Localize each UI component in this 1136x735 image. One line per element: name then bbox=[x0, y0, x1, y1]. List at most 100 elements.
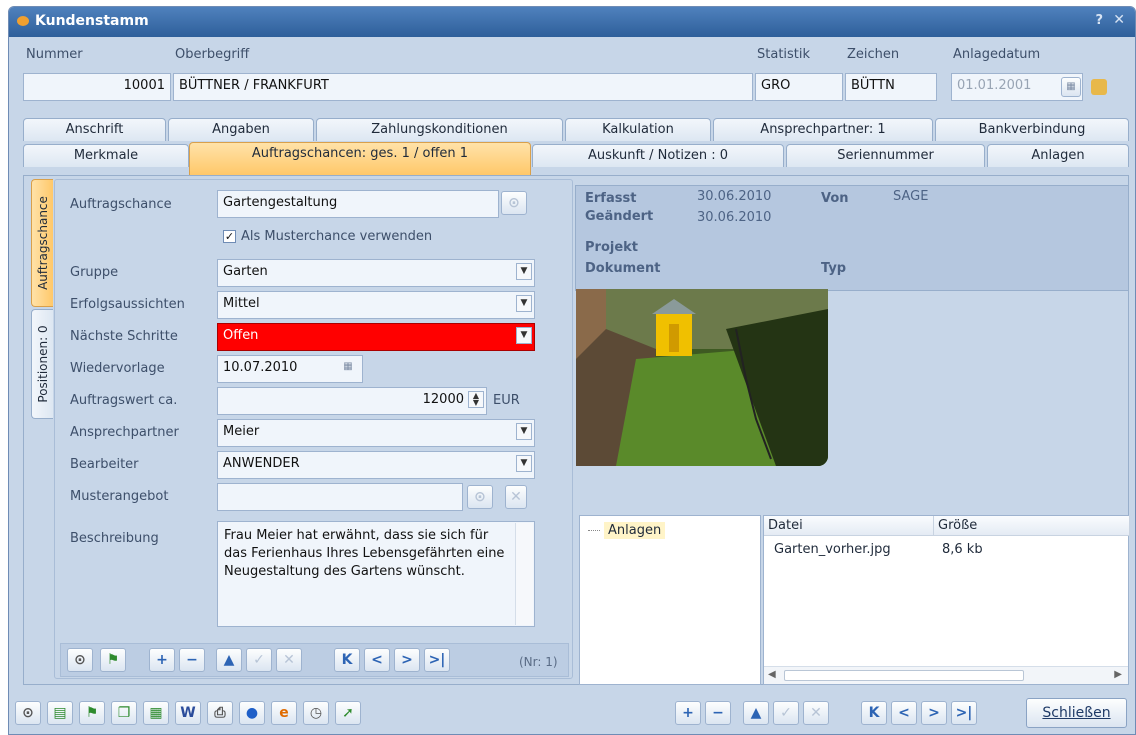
last-record-icon[interactable]: >| bbox=[951, 701, 977, 725]
clock-icon[interactable]: ◷ bbox=[303, 701, 329, 725]
check-icon[interactable]: ✓ bbox=[773, 701, 799, 725]
wert-field[interactable]: 12000 ▲ ▼ bbox=[217, 387, 487, 415]
last-record-icon[interactable]: >| bbox=[424, 648, 450, 672]
check-icon[interactable]: ✓ bbox=[246, 648, 272, 672]
binoculars-icon[interactable]: ⊙ bbox=[67, 648, 93, 672]
beschreibung-textarea[interactable]: Frau Meier hat erwähnt, dass sie sich fü… bbox=[217, 521, 535, 627]
zeichen-field[interactable]: BÜTTN bbox=[845, 73, 937, 101]
tab-anlagen[interactable]: Anlagen bbox=[987, 144, 1129, 167]
vtab-positionen[interactable]: Positionen: 0 bbox=[31, 309, 53, 419]
remove-icon[interactable]: − bbox=[179, 648, 205, 672]
new-document-icon[interactable]: ▤ bbox=[47, 701, 73, 725]
vtab-auftragschance-label: Auftragschance bbox=[35, 196, 50, 290]
wiedervorlage-field[interactable]: 10.07.2010 ▦ bbox=[217, 355, 363, 383]
tab-ansprechpartner[interactable]: Ansprechpartner: 1 bbox=[713, 118, 933, 141]
file-grid: Datei Größe Garten_vorher.jpg 8,6 kb ◀ ▶ bbox=[763, 515, 1130, 685]
prev-record-icon[interactable]: < bbox=[891, 701, 917, 725]
calendar-icon[interactable]: ▦ bbox=[338, 359, 358, 376]
erfolg-value: Mittel bbox=[223, 296, 260, 311]
up-icon[interactable]: ▲ bbox=[743, 701, 769, 725]
scroll-right-icon[interactable]: ▶ bbox=[1114, 669, 1122, 680]
chevron-down-icon[interactable]: ▼ bbox=[516, 423, 532, 440]
attachments-tree: Anlagen bbox=[579, 515, 761, 685]
von-value: SAGE bbox=[893, 189, 929, 204]
muster-checkbox-label: Als Musterchance verwenden bbox=[241, 229, 433, 244]
dokument-label: Dokument bbox=[585, 261, 661, 276]
naechste-select[interactable]: Offen ▼ bbox=[217, 323, 535, 351]
export-icon[interactable]: ➚ bbox=[335, 701, 361, 725]
zeichen-label: Zeichen bbox=[847, 47, 900, 62]
muster-angebot-field[interactable] bbox=[217, 483, 463, 511]
bearbeiter-select[interactable]: ANWENDER ▼ bbox=[217, 451, 535, 479]
nummer-field[interactable]: 10001 bbox=[23, 73, 171, 101]
record-nr: (Nr: 1) bbox=[519, 655, 558, 669]
scroll-left-icon[interactable]: ◀ bbox=[768, 669, 776, 680]
cancel-icon[interactable]: ✕ bbox=[276, 648, 302, 672]
anlagedatum-label: Anlagedatum bbox=[953, 47, 1041, 62]
ansprech-select[interactable]: Meier ▼ bbox=[217, 419, 535, 447]
col-datei[interactable]: Datei bbox=[764, 516, 934, 536]
binoculars-icon[interactable]: ⊙ bbox=[15, 701, 41, 725]
statistik-field[interactable]: GRO bbox=[755, 73, 843, 101]
spinner-icon[interactable]: ▲ ▼ bbox=[468, 391, 484, 408]
word-icon[interactable]: W bbox=[175, 701, 201, 725]
e-icon[interactable]: e bbox=[271, 701, 297, 725]
close-window-button[interactable]: ✕ bbox=[1113, 12, 1125, 28]
vtab-auftragschance[interactable]: Auftragschance bbox=[31, 179, 53, 307]
chevron-down-icon[interactable]: ▼ bbox=[516, 327, 532, 344]
add-icon[interactable]: + bbox=[675, 701, 701, 725]
next-record-icon[interactable]: > bbox=[394, 648, 420, 672]
chevron-down-icon[interactable]: ▼ bbox=[516, 263, 532, 280]
vtab-positionen-label: Positionen: 0 bbox=[35, 325, 50, 403]
info-icon[interactable]: ● bbox=[239, 701, 265, 725]
remove-icon[interactable]: − bbox=[705, 701, 731, 725]
chart-icon[interactable]: ▦ bbox=[143, 701, 169, 725]
geaendert-value: 30.06.2010 bbox=[697, 210, 772, 225]
oberbegriff-label: Oberbegriff bbox=[175, 47, 250, 62]
binoculars-icon[interactable]: ⊙ bbox=[501, 191, 527, 215]
flag-icon[interactable]: ⚑ bbox=[100, 648, 126, 672]
chevron-down-icon[interactable]: ▼ bbox=[516, 295, 532, 312]
erfolg-select[interactable]: Mittel ▼ bbox=[217, 291, 535, 319]
lock-icon[interactable] bbox=[1091, 79, 1107, 95]
tab-seriennummer[interactable]: Seriennummer bbox=[786, 144, 985, 167]
file-name: Garten_vorher.jpg bbox=[774, 542, 891, 557]
table-row[interactable]: Garten_vorher.jpg 8,6 kb bbox=[764, 540, 1128, 560]
clear-icon[interactable]: ✕ bbox=[505, 485, 527, 509]
next-record-icon[interactable]: > bbox=[921, 701, 947, 725]
geaendert-label: Geändert bbox=[585, 209, 654, 224]
calendar-icon[interactable]: ▦ bbox=[1061, 77, 1081, 97]
print-icon[interactable]: ⎙ bbox=[207, 701, 233, 725]
first-record-icon[interactable]: K bbox=[334, 648, 360, 672]
oberbegriff-field[interactable]: BÜTTNER / FRANKFURT bbox=[173, 73, 753, 101]
col-groesse[interactable]: Größe bbox=[934, 516, 1130, 536]
tab-merkmale[interactable]: Merkmale bbox=[23, 144, 189, 167]
chevron-down-icon[interactable]: ▼ bbox=[516, 455, 532, 472]
tree-item-anlagen[interactable]: Anlagen bbox=[604, 522, 666, 539]
tab-bankverbindung[interactable]: Bankverbindung bbox=[935, 118, 1129, 141]
textarea-scrollbar[interactable] bbox=[515, 523, 533, 625]
muster-checkbox[interactable]: ✓ bbox=[223, 230, 236, 243]
gruppe-select[interactable]: Garten ▼ bbox=[217, 259, 535, 287]
help-button[interactable]: ? bbox=[1095, 13, 1103, 28]
prev-record-icon[interactable]: < bbox=[364, 648, 390, 672]
binoculars-icon[interactable]: ⊙ bbox=[467, 485, 493, 509]
first-record-icon[interactable]: K bbox=[861, 701, 887, 725]
close-button[interactable]: Schließen bbox=[1026, 698, 1127, 728]
auftragschance-field[interactable]: Gartengestaltung bbox=[217, 190, 499, 218]
cancel-icon[interactable]: ✕ bbox=[803, 701, 829, 725]
typ-label: Typ bbox=[821, 261, 847, 276]
wert-label: Auftragswert ca. bbox=[70, 393, 178, 408]
tab-angaben[interactable]: Angaben bbox=[168, 118, 314, 141]
add-icon[interactable]: + bbox=[149, 648, 175, 672]
tab-kalkulation[interactable]: Kalkulation bbox=[565, 118, 711, 141]
scrollbar-thumb[interactable] bbox=[784, 670, 1024, 681]
up-icon[interactable]: ▲ bbox=[216, 648, 242, 672]
copy-icon[interactable]: ❐ bbox=[111, 701, 137, 725]
tab-auftragschancen[interactable]: Auftragschancen: ges. 1 / offen 1 bbox=[189, 142, 531, 175]
tab-zahlungskonditionen[interactable]: Zahlungskonditionen bbox=[316, 118, 563, 141]
horizontal-scrollbar[interactable]: ◀ ▶ bbox=[764, 666, 1128, 684]
tab-anschrift[interactable]: Anschrift bbox=[23, 118, 166, 141]
tab-auskunft-notizen[interactable]: Auskunft / Notizen : 0 bbox=[532, 144, 784, 167]
flag-icon[interactable]: ⚑ bbox=[79, 701, 105, 725]
